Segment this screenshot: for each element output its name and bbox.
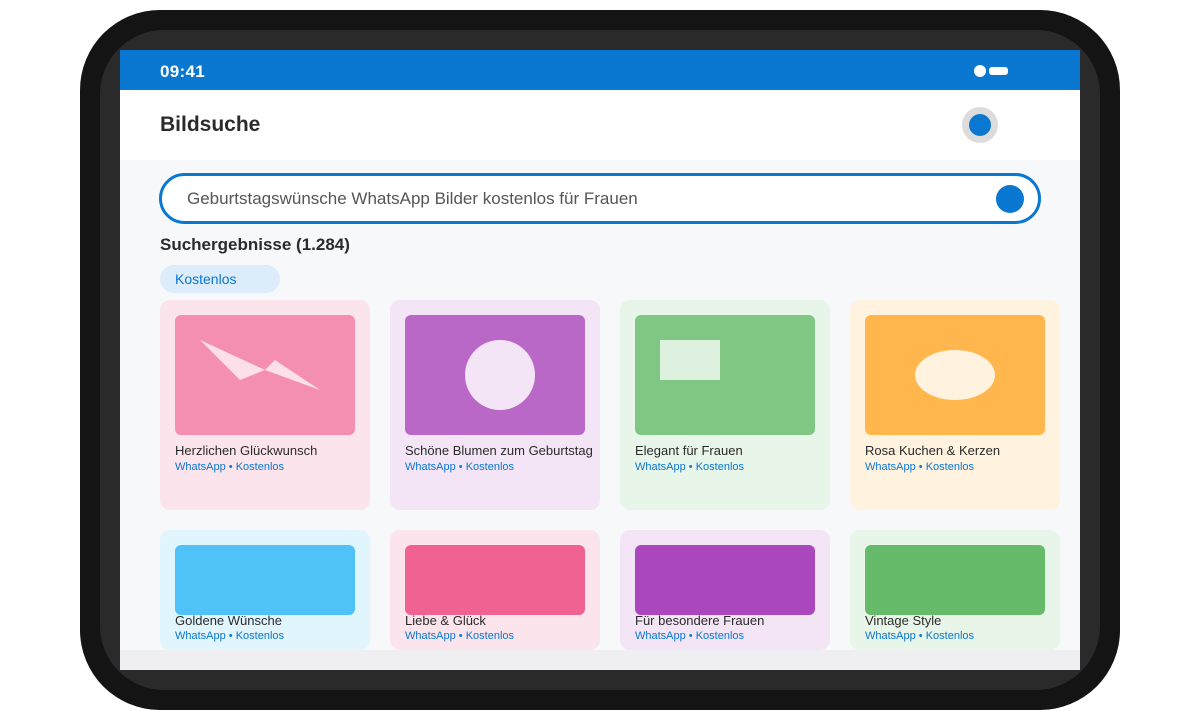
card-thumbnail <box>405 545 585 615</box>
rectangle-graphic-icon <box>660 340 720 380</box>
card-thumbnail <box>175 315 355 435</box>
result-card[interactable]: Herzlichen Glückwunsch WhatsApp • Kosten… <box>160 300 370 510</box>
result-card[interactable]: Goldene Wünsche WhatsApp • Kostenlos <box>160 530 370 650</box>
card-thumbnail <box>405 315 585 435</box>
card-title: Herzlichen Glückwunsch <box>175 443 318 458</box>
ellipse-graphic-icon <box>915 350 995 400</box>
card-thumbnail <box>175 545 355 615</box>
result-card[interactable]: Liebe & Glück WhatsApp • Kostenlos <box>390 530 600 650</box>
card-meta: WhatsApp • Kostenlos <box>865 461 975 473</box>
results-grid: Herzlichen Glückwunsch WhatsApp • Kosten… <box>120 50 1080 670</box>
screen: 09:41 Bildsuche Suchergebnisse (1.284) K… <box>120 50 1080 670</box>
bow-left-shape <box>200 340 265 380</box>
card-meta: WhatsApp • Kostenlos <box>635 630 745 642</box>
ellipse-shape <box>915 350 995 400</box>
card-meta: WhatsApp • Kostenlos <box>405 630 515 642</box>
result-card[interactable]: Schöne Blumen zum Geburtstag WhatsApp • … <box>390 300 600 510</box>
card-title: Goldene Wünsche <box>175 613 282 628</box>
card-meta: WhatsApp • Kostenlos <box>865 630 975 642</box>
card-meta: WhatsApp • Kostenlos <box>175 461 285 473</box>
card-thumbnail <box>865 545 1045 615</box>
card-thumbnail <box>635 545 815 615</box>
card-thumbnail <box>635 315 815 435</box>
card-title: Rosa Kuchen & Kerzen <box>865 443 1001 458</box>
bottom-strip <box>120 650 1080 670</box>
card-thumbnail <box>865 315 1045 435</box>
card-title: Für besondere Frauen <box>635 613 765 628</box>
result-card[interactable]: Vintage Style WhatsApp • Kostenlos <box>850 530 1060 650</box>
card-title: Elegant für Frauen <box>635 443 743 458</box>
circle-shape <box>465 340 535 410</box>
card-title: Liebe & Glück <box>405 613 486 628</box>
bow-right-shape <box>265 360 320 390</box>
result-card[interactable]: Rosa Kuchen & Kerzen WhatsApp • Kostenlo… <box>850 300 1060 510</box>
result-card[interactable]: Für besondere Frauen WhatsApp • Kostenlo… <box>620 530 830 650</box>
bow-graphic-icon <box>200 340 320 390</box>
card-meta: WhatsApp • Kostenlos <box>635 461 745 473</box>
rectangle-shape <box>660 340 720 380</box>
circle-graphic-icon <box>465 340 535 410</box>
card-title: Schöne Blumen zum Geburtstag <box>405 443 593 458</box>
card-meta: WhatsApp • Kostenlos <box>175 630 285 642</box>
card-meta: WhatsApp • Kostenlos <box>405 461 515 473</box>
result-card[interactable]: Elegant für Frauen WhatsApp • Kostenlos <box>620 300 830 510</box>
card-title: Vintage Style <box>865 613 942 628</box>
